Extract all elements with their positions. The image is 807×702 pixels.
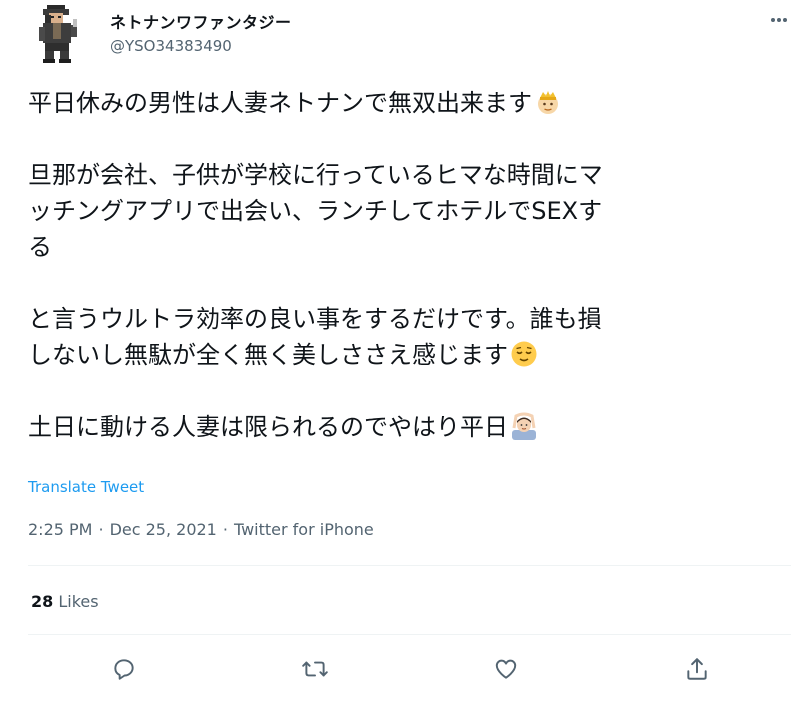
likes-label: Likes: [58, 592, 99, 611]
tweet-source[interactable]: Twitter for iPhone: [234, 520, 374, 539]
likes-count[interactable]: 28 Likes: [31, 592, 99, 611]
separator: ·: [98, 520, 104, 539]
tweet-text: 平日休みの男性は人妻ネトナンで無双出来ます 旦那が会社、子供が学校に行っているヒ…: [28, 85, 788, 445]
tweet-metadata: 2:25 PM · Dec 25, 2021 · Twitter for iPhone: [28, 520, 374, 539]
person-with-crown-emoji-icon: [534, 88, 562, 116]
tweet-line: しないし無駄が全く無く美しささえ感じます: [28, 337, 788, 373]
tweet-date[interactable]: Dec 25, 2021: [110, 520, 217, 539]
tweet-line: と言うウルトラ効率の良い事をするだけです。誰も損: [28, 305, 602, 333]
more-options-icon[interactable]: [768, 10, 790, 30]
avatar[interactable]: [33, 3, 83, 65]
tweet-line: 土日に動ける人妻は限られるのでやはり平日: [28, 409, 788, 445]
share-icon[interactable]: [682, 654, 712, 684]
translate-tweet-link[interactable]: Translate Tweet: [28, 478, 144, 496]
tweet-time[interactable]: 2:25 PM: [28, 520, 92, 539]
separator: ·: [222, 520, 228, 539]
relieved-face-emoji-icon: [510, 340, 538, 368]
tweet-line: 旦那が会社、子供が学校に行っているヒマな時間にマ: [28, 161, 603, 189]
tweet-line: る: [28, 233, 52, 261]
likes-number: 28: [31, 592, 54, 611]
divider: [28, 634, 791, 635]
divider: [28, 565, 791, 566]
person-gesturing-ok-emoji-icon: [510, 412, 538, 440]
retweet-icon[interactable]: [300, 654, 330, 684]
author-handle[interactable]: @YSO34383490: [110, 37, 232, 55]
author-display-name[interactable]: ネトナンワファンタジー: [110, 9, 292, 33]
like-heart-icon[interactable]: [491, 654, 521, 684]
pixel-character-avatar-image: [39, 5, 77, 63]
tweet-container: ネトナンワファンタジー @YSO34383490 平日休みの男性は人妻ネトナンで…: [0, 0, 807, 702]
tweet-line: ッチングアプリで出会い、ランチしてホテルでSEXす: [28, 197, 603, 225]
tweet-line: 平日休みの男性は人妻ネトナンで無双出来ます: [28, 85, 788, 121]
reply-icon[interactable]: [109, 654, 139, 684]
